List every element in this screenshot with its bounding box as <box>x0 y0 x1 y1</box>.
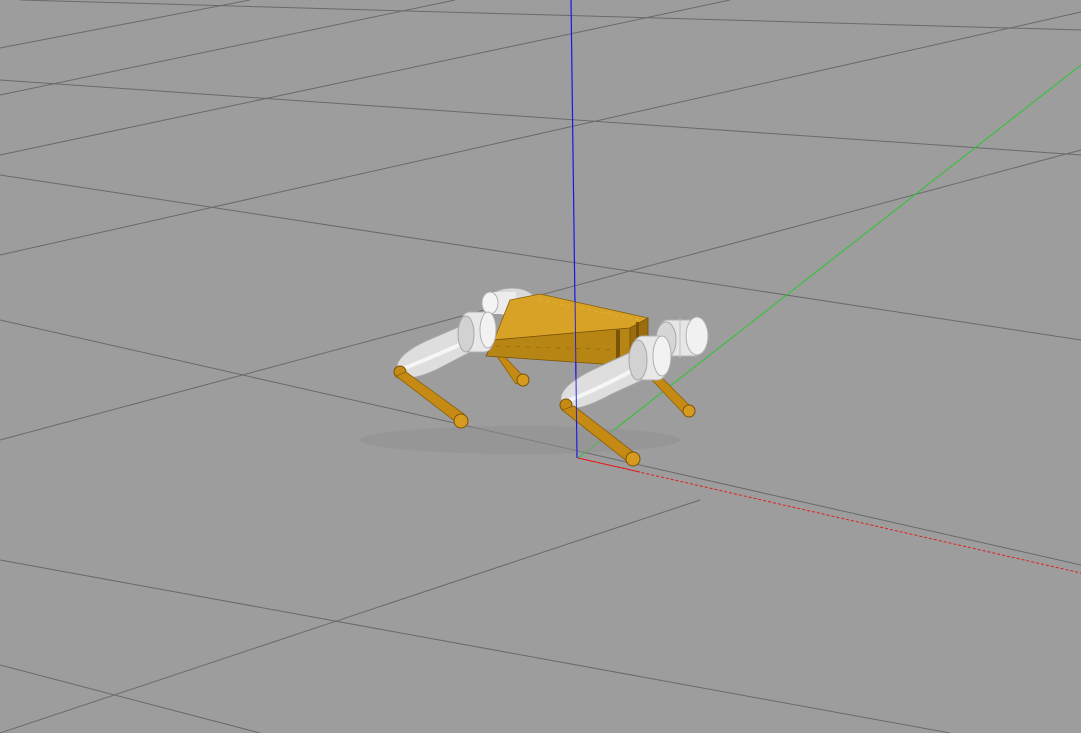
grid-line <box>0 0 456 96</box>
y-axis-line <box>577 64 1081 459</box>
grid-line <box>0 664 261 733</box>
grid-line <box>0 0 251 49</box>
scene-canvas[interactable] <box>0 0 1081 733</box>
robot-shadow <box>360 426 680 454</box>
ground-grid <box>0 0 1081 733</box>
world-axes <box>570 0 1081 574</box>
front-left-thigh[interactable] <box>393 311 497 379</box>
grid-line <box>0 11 1081 256</box>
grid-line <box>0 499 701 733</box>
front-left-leg[interactable] <box>395 371 469 429</box>
grid-line <box>0 559 951 733</box>
rear-left-foot <box>516 373 530 387</box>
front-left-foot <box>453 413 469 429</box>
3d-scene-viewport[interactable] <box>0 0 1081 733</box>
grid-line <box>0 0 731 156</box>
grid-line <box>0 79 1081 156</box>
rear-right-foot <box>682 404 696 418</box>
front-right-foot <box>625 451 641 467</box>
grid-line <box>19 0 1081 31</box>
